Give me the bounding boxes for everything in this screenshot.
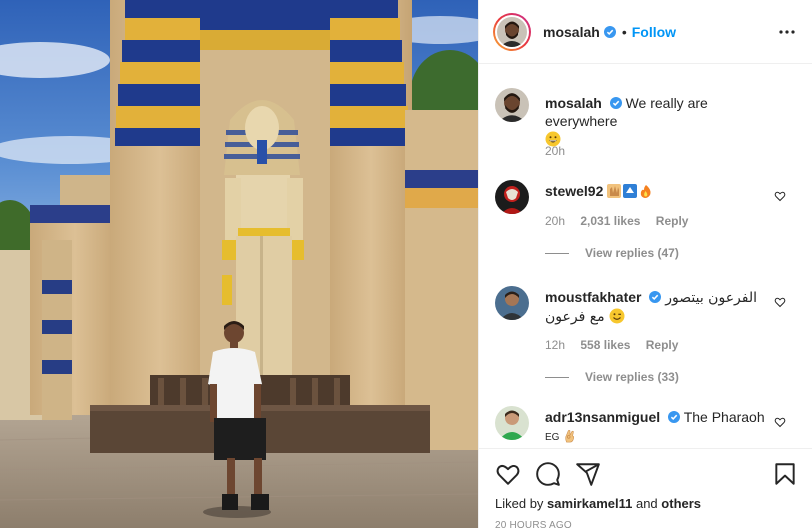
author-avatar-small[interactable] xyxy=(495,88,529,122)
view-replies-button[interactable]: View replies (33) xyxy=(545,370,679,384)
verified-icon xyxy=(609,97,622,109)
caption-text-block: mosalah We really are everywhere xyxy=(545,94,768,148)
comment-text-block: stewel92 xyxy=(545,182,768,200)
ok-hand-emoji-icon xyxy=(565,430,575,443)
verified-icon xyxy=(668,411,681,423)
comment-text: The Pharaoh xyxy=(683,409,765,425)
bookmark-icon[interactable] xyxy=(772,461,798,487)
comment-text-line2: EG xyxy=(545,432,560,443)
view-replies-label: View replies (47) xyxy=(585,246,679,260)
like-heart-icon[interactable] xyxy=(495,461,521,487)
reply-button[interactable]: Reply xyxy=(656,214,689,228)
heart-icon[interactable] xyxy=(774,416,786,428)
post-time-ago[interactable]: 20 HOURS AGO xyxy=(495,520,572,528)
view-replies-label: View replies (33) xyxy=(585,370,679,384)
post-side-panel: mosalah • Follow mosalah We really are e… xyxy=(478,0,812,528)
post-image xyxy=(0,0,478,528)
comment-time: 20h xyxy=(545,214,566,228)
comment-time: 12h xyxy=(545,338,566,352)
commenter-avatar[interactable] xyxy=(495,286,529,320)
post-actions-bar: Liked by samirkamel11 and others 20 HOUR… xyxy=(479,448,812,528)
caption-time: 20h xyxy=(545,144,566,158)
comment-username[interactable]: stewel92 xyxy=(545,183,603,199)
comment-username[interactable]: adr13nsanmiguel xyxy=(545,409,660,425)
comment-likes[interactable]: 558 likes xyxy=(580,338,630,352)
instagram-post-view: mosalah • Follow mosalah We really are e… xyxy=(0,0,812,528)
heart-icon[interactable] xyxy=(774,296,786,308)
verified-icon xyxy=(603,25,616,38)
post-header: mosalah • Follow xyxy=(479,0,812,64)
commenter-avatar[interactable] xyxy=(495,406,529,440)
comment-icon[interactable] xyxy=(535,461,561,487)
caption-meta: 20h xyxy=(545,144,577,158)
view-replies-button[interactable]: View replies (47) xyxy=(545,246,679,260)
liked-by-line: Liked by samirkamel11 and others xyxy=(495,496,701,511)
share-icon[interactable] xyxy=(575,461,601,487)
post-photo[interactable] xyxy=(0,0,478,528)
reply-button[interactable]: Reply xyxy=(646,338,679,352)
liked-by-and: and xyxy=(635,496,658,511)
comment-likes[interactable]: 2,031 likes xyxy=(580,214,640,228)
comment-meta: 12h 558 likes Reply xyxy=(545,338,690,352)
author-avatar[interactable] xyxy=(493,12,531,51)
comments-list[interactable]: mosalah We really are everywhere 20h ste… xyxy=(479,64,812,448)
commenter-avatar[interactable] xyxy=(495,180,529,214)
liked-by-user[interactable]: samirkamel11 xyxy=(547,496,632,511)
separator-dot: • xyxy=(621,23,627,40)
author-username[interactable]: mosalah xyxy=(543,24,600,40)
winking-face-emoji-icon xyxy=(609,308,625,324)
praise-up-fire-emoji-icon xyxy=(607,184,651,198)
comment-text-block: moustfakhater الفرعون بيتصور مع فرعون xyxy=(545,288,768,326)
view-replies-line xyxy=(545,376,569,378)
caption-username[interactable]: mosalah xyxy=(545,95,602,111)
verified-icon xyxy=(649,291,662,303)
view-replies-line xyxy=(545,252,569,254)
heart-icon[interactable] xyxy=(774,190,786,202)
comment-username[interactable]: moustfakhater xyxy=(545,289,641,305)
follow-button[interactable]: Follow xyxy=(632,24,676,40)
comment-text-block: adr13nsanmiguel The Pharaoh EG xyxy=(545,408,768,447)
liked-by-prefix: Liked by xyxy=(495,496,544,511)
liked-by-others[interactable]: others xyxy=(661,496,701,511)
comment-meta: 20h 2,031 likes Reply xyxy=(545,214,700,228)
more-options-icon[interactable] xyxy=(778,24,796,40)
